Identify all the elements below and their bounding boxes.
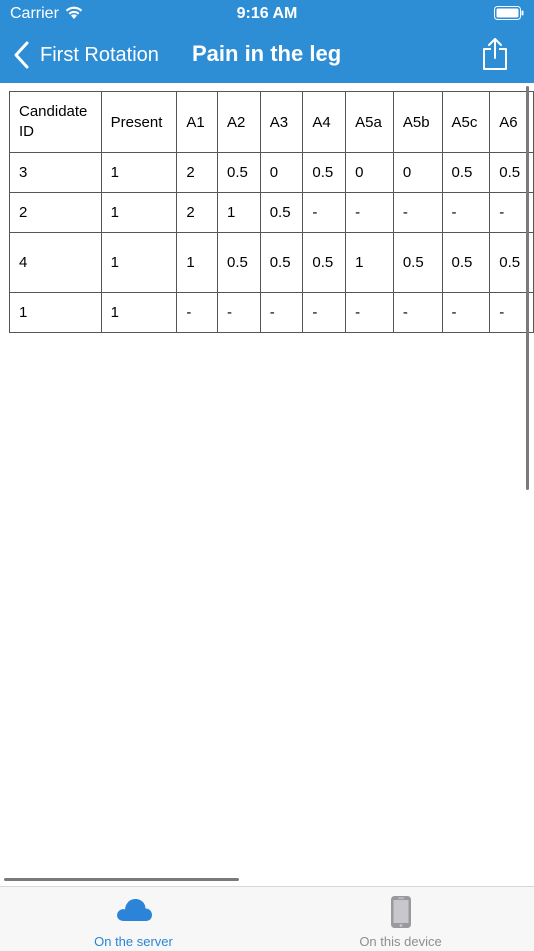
tab-label: On this device [359,934,442,949]
table-cell: 0 [392,152,443,193]
table-cell: 3 [9,152,102,193]
cloud-icon [0,895,267,929]
horizontal-scrollbar[interactable] [4,878,239,881]
table-cell: 0.5 [302,152,347,193]
status-time: 9:16 AM [236,5,298,22]
table-cell: 1 [100,292,178,333]
header-a5b: A5b [392,91,443,153]
table-row[interactable]: 2 1 2 1 0.5 - - - - - [9,192,534,233]
table-row[interactable]: 3 1 2 0.5 0 0.5 0 0 0.5 0.5 [9,152,534,193]
table-cell: 0.5 [392,232,443,293]
header-a5a: A5a [345,91,394,153]
results-table: Candidate ID Present A1 A2 A3 A4 A5a A5b… [9,91,534,333]
table-cell: 0.5 [441,152,491,193]
table-cell: - [441,192,491,233]
table-cell: 0.5 [217,152,261,193]
tab-on-the-server[interactable]: On the server [0,887,267,951]
table-cell: 0.5 [217,232,261,293]
top-bar: Carrier 9:16 AM First Rotation Pain in t… [0,0,534,83]
table-header-row: Candidate ID Present A1 A2 A3 A4 A5a A5b… [9,91,534,153]
table-cell: - [392,292,443,333]
table-cell: 4 [9,232,102,293]
table-cell: 0 [345,152,394,193]
table-cell: 1 [176,232,219,293]
table-cell: 0.5 [259,232,304,293]
share-icon[interactable] [482,37,508,71]
tab-bar: On the server On this device [0,886,534,951]
table-cell: - [345,192,394,233]
table-cell: 1 [100,232,178,293]
table-cell: - [176,292,219,333]
table-cell: 2 [176,192,219,233]
table-cell: - [302,292,347,333]
table-cell: - [259,292,304,333]
back-button[interactable]: First Rotation [12,38,159,72]
tab-on-this-device[interactable]: On this device [267,887,534,951]
page-title: Pain in the leg [192,41,342,66]
back-button-label: First Rotation [40,43,159,66]
results-table-container[interactable]: Candidate ID Present A1 A2 A3 A4 A5a A5b… [9,91,534,336]
table-cell: 1 [217,192,261,233]
table-cell: 0.5 [302,232,347,293]
phone-icon [267,895,534,929]
table-cell: 1 [100,192,178,233]
navigation-bar: First Rotation Pain in the leg [0,28,534,83]
header-a1: A1 [176,91,219,153]
header-present: Present [100,91,178,153]
table-cell: - [441,292,491,333]
table-cell: 2 [176,152,219,193]
table-cell: 1 [100,152,178,193]
table-row[interactable]: 1 1 - - - - - - - - [9,292,534,333]
table-cell: 0.5 [259,192,304,233]
header-a4: A4 [302,91,347,153]
table-cell: 0 [259,152,304,193]
table-cell: - [217,292,261,333]
table-cell: 0.5 [441,232,491,293]
tab-label: On the server [94,934,173,949]
header-a2: A2 [217,91,261,153]
vertical-scrollbar[interactable] [526,86,529,490]
table-cell: - [302,192,347,233]
table-row[interactable]: 4 1 1 0.5 0.5 0.5 1 0.5 0.5 0.5 [9,232,534,293]
battery-icon [494,6,524,20]
header-a3: A3 [259,91,304,153]
header-candidate-id: Candidate ID [9,91,102,153]
status-bar: Carrier 9:16 AM [0,0,534,28]
header-a5c: A5c [441,91,491,153]
chevron-left-icon [14,41,29,69]
table-cell: 1 [345,232,394,293]
table-cell: 2 [9,192,102,233]
table-cell: 1 [9,292,102,333]
table-cell: - [345,292,394,333]
table-cell: - [392,192,443,233]
